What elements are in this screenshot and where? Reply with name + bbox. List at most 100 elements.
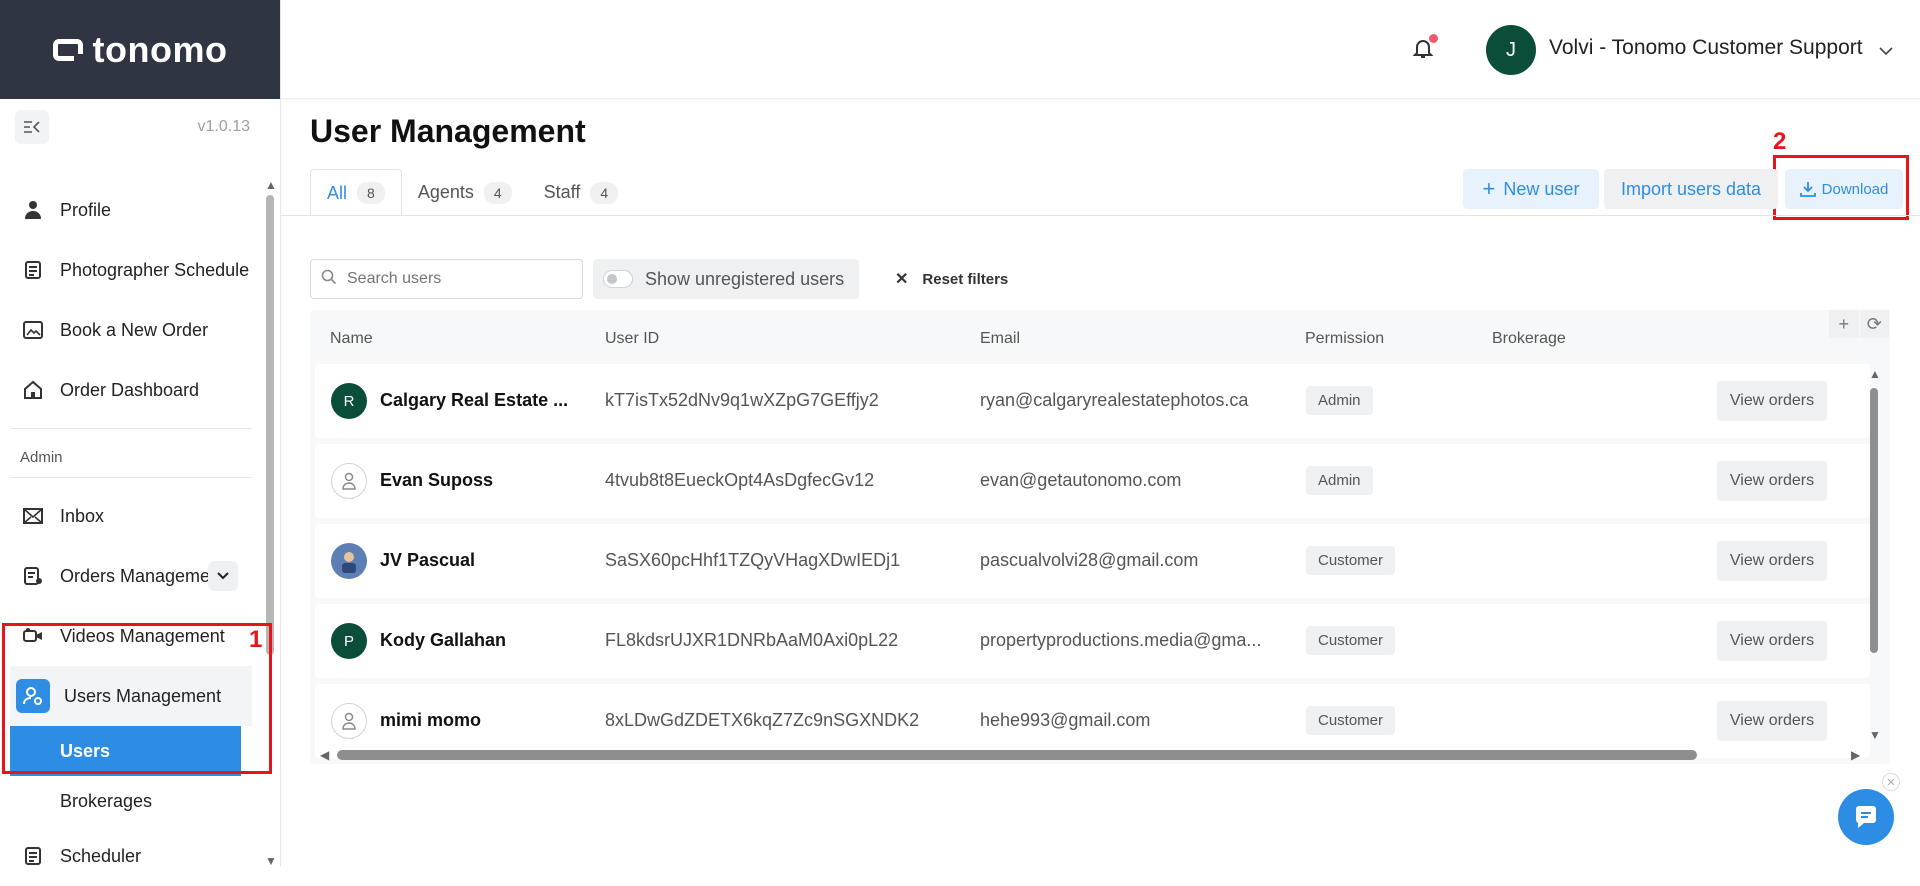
sidebar-item-book-order[interactable]: Book a New Order [0, 300, 262, 360]
plus-icon: + [1482, 176, 1496, 201]
top-bar: J Volvi - Tonomo Customer Support [281, 0, 1920, 99]
user-name-cell: Evan Suposs [380, 470, 494, 490]
permission-badge: Customer [1306, 706, 1396, 735]
tab-label: Agents [417, 182, 474, 202]
column-header-user-id[interactable]: User ID [605, 330, 659, 348]
user-name[interactable]: Volvi - Tonomo Customer Support [1549, 36, 1863, 60]
sidebar-item-order-dashboard[interactable]: Order Dashboard [0, 360, 262, 420]
tab-count: 4 [590, 181, 619, 204]
sidebar-item-label: Brokerages [60, 790, 153, 811]
view-orders-button[interactable]: View orders [1717, 461, 1827, 501]
sidebar-item-label: Profile [60, 199, 112, 220]
sidebar-item-orders-management[interactable]: Orders Manageme [0, 546, 262, 606]
annotation-number-2: 2 [1773, 128, 1787, 155]
sidebar-item-scheduler[interactable]: Scheduler [0, 826, 262, 886]
user-id-cell: 4tvub8t8EueckOpt4AsDgfecGv12 [605, 470, 875, 490]
email-cell: hehe993@gmail.com [980, 710, 1151, 730]
user-id-cell: FL8kdsrUJXR1DNRbAaM0Axi0pL22 [605, 630, 899, 650]
sidebar-item-inbox[interactable]: Inbox [0, 486, 262, 546]
collapse-sidebar-button[interactable] [15, 110, 49, 144]
table-tools: + ⟳ [1829, 310, 1890, 340]
section-label-admin: Admin [20, 448, 63, 466]
permission-badge: Admin [1306, 386, 1373, 415]
user-name-cell: Calgary Real Estate ... [380, 390, 569, 410]
divider [10, 428, 252, 429]
close-icon: ✕ [895, 271, 909, 288]
sidebar-subitem-brokerages[interactable]: Brokerages [0, 776, 262, 826]
toggle-label: Show unregistered users [645, 268, 845, 289]
user-id-cell: 8xLDwGdZDETX6kqZ7Zc9nSGXNDK2 [605, 710, 920, 730]
column-header-brokerage[interactable]: Brokerage [1492, 330, 1566, 348]
button-label: Download [1821, 180, 1889, 198]
unregistered-toggle[interactable]: Show unregistered users [593, 259, 859, 299]
import-users-button[interactable]: Import users data [1604, 169, 1778, 209]
sidebar-item-label: Book a New Order [60, 319, 209, 340]
button-label: Import users data [1620, 178, 1762, 199]
add-column-icon[interactable]: + [1829, 310, 1859, 338]
sidebar-item-profile[interactable]: Profile [0, 180, 262, 240]
tab-staff[interactable]: Staff 4 [528, 169, 635, 216]
email-cell: pascualvolvi28@gmail.com [980, 550, 1199, 570]
avatar[interactable]: J [1486, 25, 1536, 75]
refresh-icon[interactable]: ⟳ [1859, 310, 1889, 338]
avatar-placeholder-icon [331, 703, 367, 739]
download-icon [1799, 181, 1816, 197]
annotation-number-1: 1 [249, 626, 263, 653]
tab-all[interactable]: All 8 [310, 169, 402, 216]
view-orders-button[interactable]: View orders [1717, 621, 1827, 661]
scroll-down-icon[interactable]: ▼ [1869, 728, 1881, 742]
home-icon [22, 379, 44, 401]
sidebar-scrollbar[interactable] [266, 195, 274, 655]
scheduler-icon [22, 845, 44, 867]
scroll-right-icon[interactable]: ▶ [1851, 748, 1860, 762]
logo[interactable]: tonomo [0, 0, 280, 99]
chevron-down-icon[interactable] [1879, 40, 1893, 61]
scroll-left-icon[interactable]: ◀ [320, 748, 329, 762]
tabs-divider [281, 215, 1920, 216]
table-horizontal-scrollbar[interactable] [337, 750, 1697, 760]
scroll-up-icon[interactable]: ▲ [265, 178, 277, 192]
chevron-down-icon[interactable] [208, 561, 238, 591]
close-icon[interactable]: ✕ [1882, 773, 1900, 791]
table-vertical-scrollbar[interactable] [1870, 388, 1878, 653]
avatar-placeholder-icon [331, 463, 367, 499]
download-button[interactable]: Download [1785, 169, 1903, 209]
toggle-switch[interactable] [603, 270, 633, 288]
page-title: User Management [310, 113, 586, 149]
new-user-button[interactable]: + New user [1463, 169, 1599, 209]
reset-filters-button[interactable]: ✕ Reset filters [895, 259, 1008, 299]
column-header-name[interactable]: Name [330, 330, 373, 348]
sidebar-item-photographer-schedule[interactable]: Photographer Schedule [0, 240, 262, 300]
view-orders-button[interactable]: View orders [1717, 381, 1827, 421]
view-orders-button[interactable]: View orders [1717, 701, 1827, 741]
sidebar-item-label: Photographer Schedule [60, 259, 250, 280]
mail-icon [22, 505, 44, 527]
schedule-icon [22, 259, 44, 281]
search-icon [321, 269, 337, 290]
tab-label: All [327, 182, 348, 203]
search-field[interactable] [310, 259, 583, 299]
sidebar-item-label: Order Dashboard [60, 379, 200, 400]
sidebar-item-label: Orders Manageme [60, 565, 211, 586]
email-cell: evan@getautonomo.com [980, 470, 1182, 490]
logo-icon [52, 38, 84, 62]
button-label: Reset filters [922, 270, 1009, 288]
logo-text: tonomo [92, 28, 228, 70]
user-id-cell: kT7isTx52dNv9q1wXZpG7GEffjy2 [605, 390, 879, 410]
column-header-permission[interactable]: Permission [1305, 330, 1384, 348]
tab-count: 4 [483, 181, 512, 204]
avatar: P [331, 623, 367, 659]
chat-button[interactable] [1838, 789, 1894, 845]
tab-label: Staff [543, 182, 581, 202]
tab-agents[interactable]: Agents 4 [402, 169, 528, 216]
view-orders-button[interactable]: View orders [1717, 541, 1827, 581]
email-cell: ryan@calgaryrealestatephotos.ca [980, 390, 1249, 410]
sidebar-nav: Profile Photographer Schedule Book a New… [0, 180, 262, 886]
column-header-email[interactable]: Email [980, 330, 1020, 348]
scroll-up-icon[interactable]: ▲ [1869, 367, 1881, 381]
user-name-cell: Kody Gallahan [380, 630, 507, 650]
search-input[interactable] [345, 269, 555, 289]
person-icon [22, 199, 44, 221]
orders-icon [22, 565, 44, 587]
avatar-photo [331, 543, 367, 579]
